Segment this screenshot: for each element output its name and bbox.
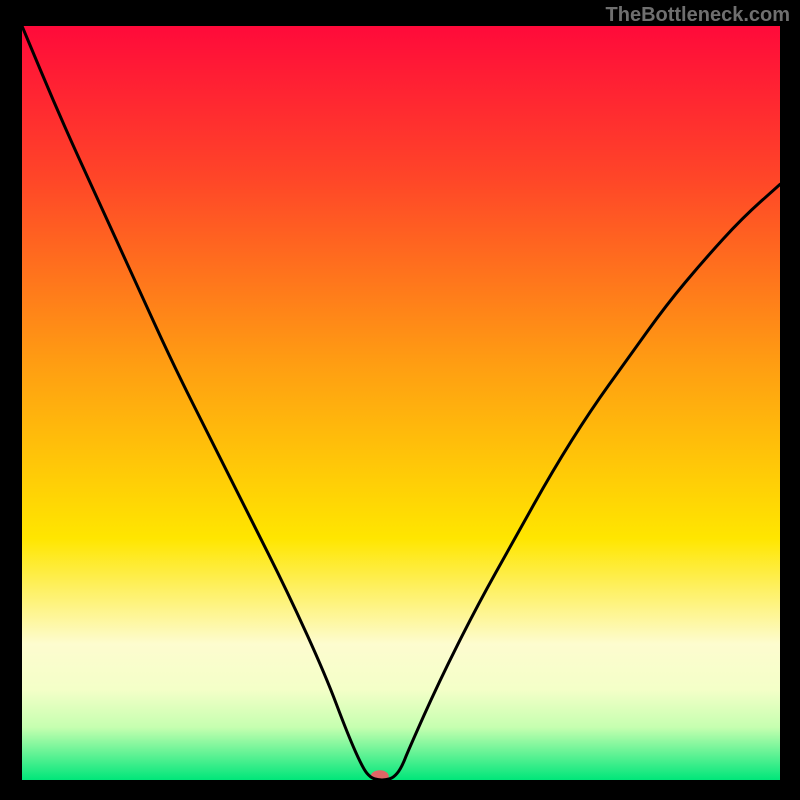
plot-background [22,26,780,780]
attribution-text: TheBottleneck.com [606,4,790,27]
plot-area [22,26,780,780]
plot-svg [22,26,780,780]
chart-frame: TheBottleneck.com [0,0,800,800]
